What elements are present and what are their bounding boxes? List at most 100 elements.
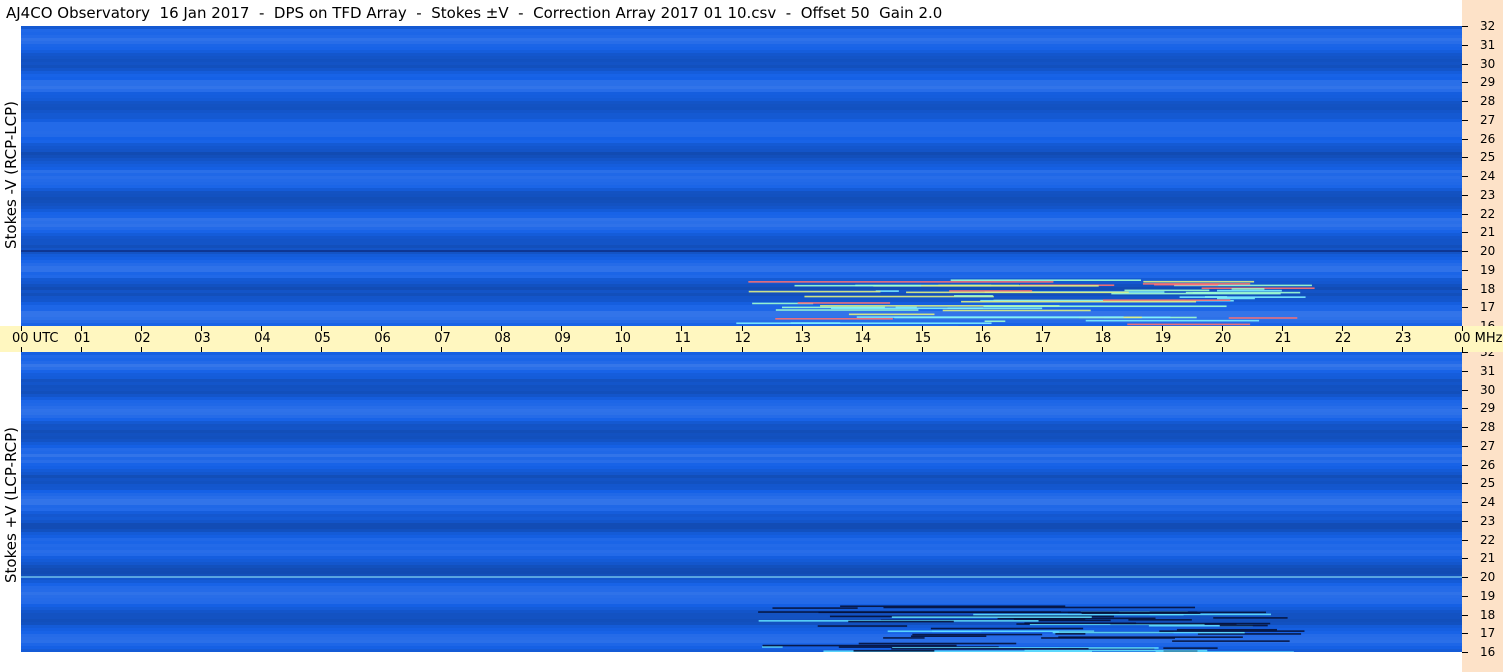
spectrogram-band: [21, 442, 1462, 445]
spectrogram-band: [21, 110, 1462, 113]
spectrogram-band: [21, 146, 1462, 149]
burst-streak: [775, 309, 919, 311]
freq-tick-label: 31: [1480, 363, 1496, 378]
time-tick-label: 05: [314, 331, 331, 346]
spectrogram-band: [21, 38, 1462, 41]
burst-streak: [942, 309, 1091, 312]
burst-streak: [858, 642, 1017, 645]
time-tick-label: 13: [794, 331, 812, 346]
spectrogram-band: [21, 403, 1462, 406]
freq-tick-mark: [1462, 44, 1468, 46]
spectrogram-bottom-svg: [21, 352, 1462, 652]
spectrogram-band: [21, 53, 1462, 56]
spectrogram-band: [21, 218, 1462, 221]
freq-tick-mark: [1462, 176, 1468, 177]
spectrogram-band: [21, 544, 1462, 547]
spectrogram-band: [21, 155, 1462, 158]
spectrogram-band: [21, 194, 1462, 197]
chart-title: AJ4CO Observatory 16 Jan 2017 - DPS on T…: [6, 4, 943, 22]
spectrogram-band: [21, 236, 1462, 239]
freq-tick-mark: [1462, 633, 1468, 635]
spectrogram-band: [21, 595, 1462, 598]
spectrogram-band: [21, 466, 1462, 469]
spectrogram-band: [21, 529, 1462, 532]
freq-tick-mark: [1462, 194, 1468, 196]
freq-tick-label: 29: [1480, 75, 1496, 90]
spectrogram-band: [21, 224, 1462, 227]
y-axis-label-top: Stokes -V (RCP-LCP): [2, 101, 20, 249]
burst-streak: [775, 318, 893, 320]
freq-tick-label: 28: [1480, 420, 1496, 434]
spectrogram-band: [21, 50, 1462, 53]
burst-streak: [1176, 628, 1277, 631]
spectrogram-band: [21, 182, 1462, 185]
burst-streak: [983, 305, 1227, 308]
burst-streak: [1197, 633, 1302, 635]
freq-tick-label: 18: [1480, 281, 1496, 296]
spectrogram-band: [21, 200, 1462, 203]
burst-streak: [762, 644, 957, 647]
spectrogram-bottom: [21, 352, 1462, 652]
burst-streak: [794, 284, 922, 287]
spectrogram-band: [21, 376, 1462, 379]
burst-streak: [1024, 622, 1137, 625]
burst-streak: [1124, 289, 1210, 292]
burst-streak: [790, 322, 841, 324]
spectrogram-band: [21, 583, 1462, 586]
burst-streak: [772, 607, 858, 609]
spectrogram-band: [21, 215, 1462, 218]
freq-tick-mark: [1462, 427, 1468, 428]
burst-streak: [1172, 640, 1290, 642]
spectrogram-band: [21, 562, 1462, 565]
time-tick-mark: [1462, 347, 1463, 352]
spectrogram-band: [21, 580, 1462, 583]
spectrogram-band: [21, 643, 1462, 646]
spectrogram-band: [21, 424, 1462, 427]
spectrogram-band: [21, 203, 1462, 206]
burst-streak: [1127, 323, 1251, 326]
spectrogram-band: [21, 415, 1462, 418]
spectrogram-band: [21, 299, 1462, 302]
burst-streak: [883, 606, 1196, 609]
freq-tick-label: 22: [1480, 532, 1496, 547]
spectrogram-band: [21, 140, 1462, 143]
freq-tick-label: 26: [1480, 131, 1496, 146]
spectrogram-band: [21, 598, 1462, 601]
burst-streak: [1231, 288, 1265, 290]
time-tick-label: 20: [1214, 331, 1232, 346]
spectrogram-band: [21, 406, 1462, 409]
burst-streak: [1228, 317, 1298, 319]
spectrogram-band: [21, 568, 1462, 571]
spectrogram-band: [21, 26, 1462, 29]
spectrogram-band: [21, 98, 1462, 101]
burst-streak: [748, 290, 881, 293]
freq-tick-mark: [1462, 352, 1468, 353]
spectrogram-band: [21, 29, 1462, 32]
burst-streak: [1154, 283, 1219, 286]
spectrogram-band: [21, 134, 1462, 137]
time-tick-label: 18: [1094, 331, 1112, 346]
spectrogram-band: [21, 496, 1462, 499]
freq-tick-mark: [1462, 389, 1468, 391]
time-tick-label: 19: [1154, 331, 1172, 346]
spectrogram-band: [21, 272, 1462, 275]
time-tick-label: 12: [734, 331, 752, 346]
burst-streak: [984, 320, 1006, 323]
spectrogram-band: [21, 370, 1462, 373]
spectrogram-band: [21, 646, 1462, 649]
spectrogram-band: [21, 487, 1462, 490]
spectrogram-band: [21, 526, 1462, 529]
spectrogram-band: [21, 589, 1462, 592]
freq-tick-label: 21: [1480, 551, 1496, 566]
freq-tick-label: 27: [1480, 438, 1496, 453]
spectrogram-band: [21, 508, 1462, 511]
spectrogram-band: [21, 41, 1462, 44]
freq-tick-mark: [1462, 464, 1468, 466]
spectrogram-band: [21, 137, 1462, 140]
spectrogram-band: [21, 191, 1462, 194]
spectrogram-band: [21, 430, 1462, 433]
freq-tick-label: 19: [1480, 262, 1496, 277]
spectrogram-band: [21, 230, 1462, 233]
spectrogram-band: [21, 209, 1462, 212]
spectrogram-band: [21, 254, 1462, 257]
